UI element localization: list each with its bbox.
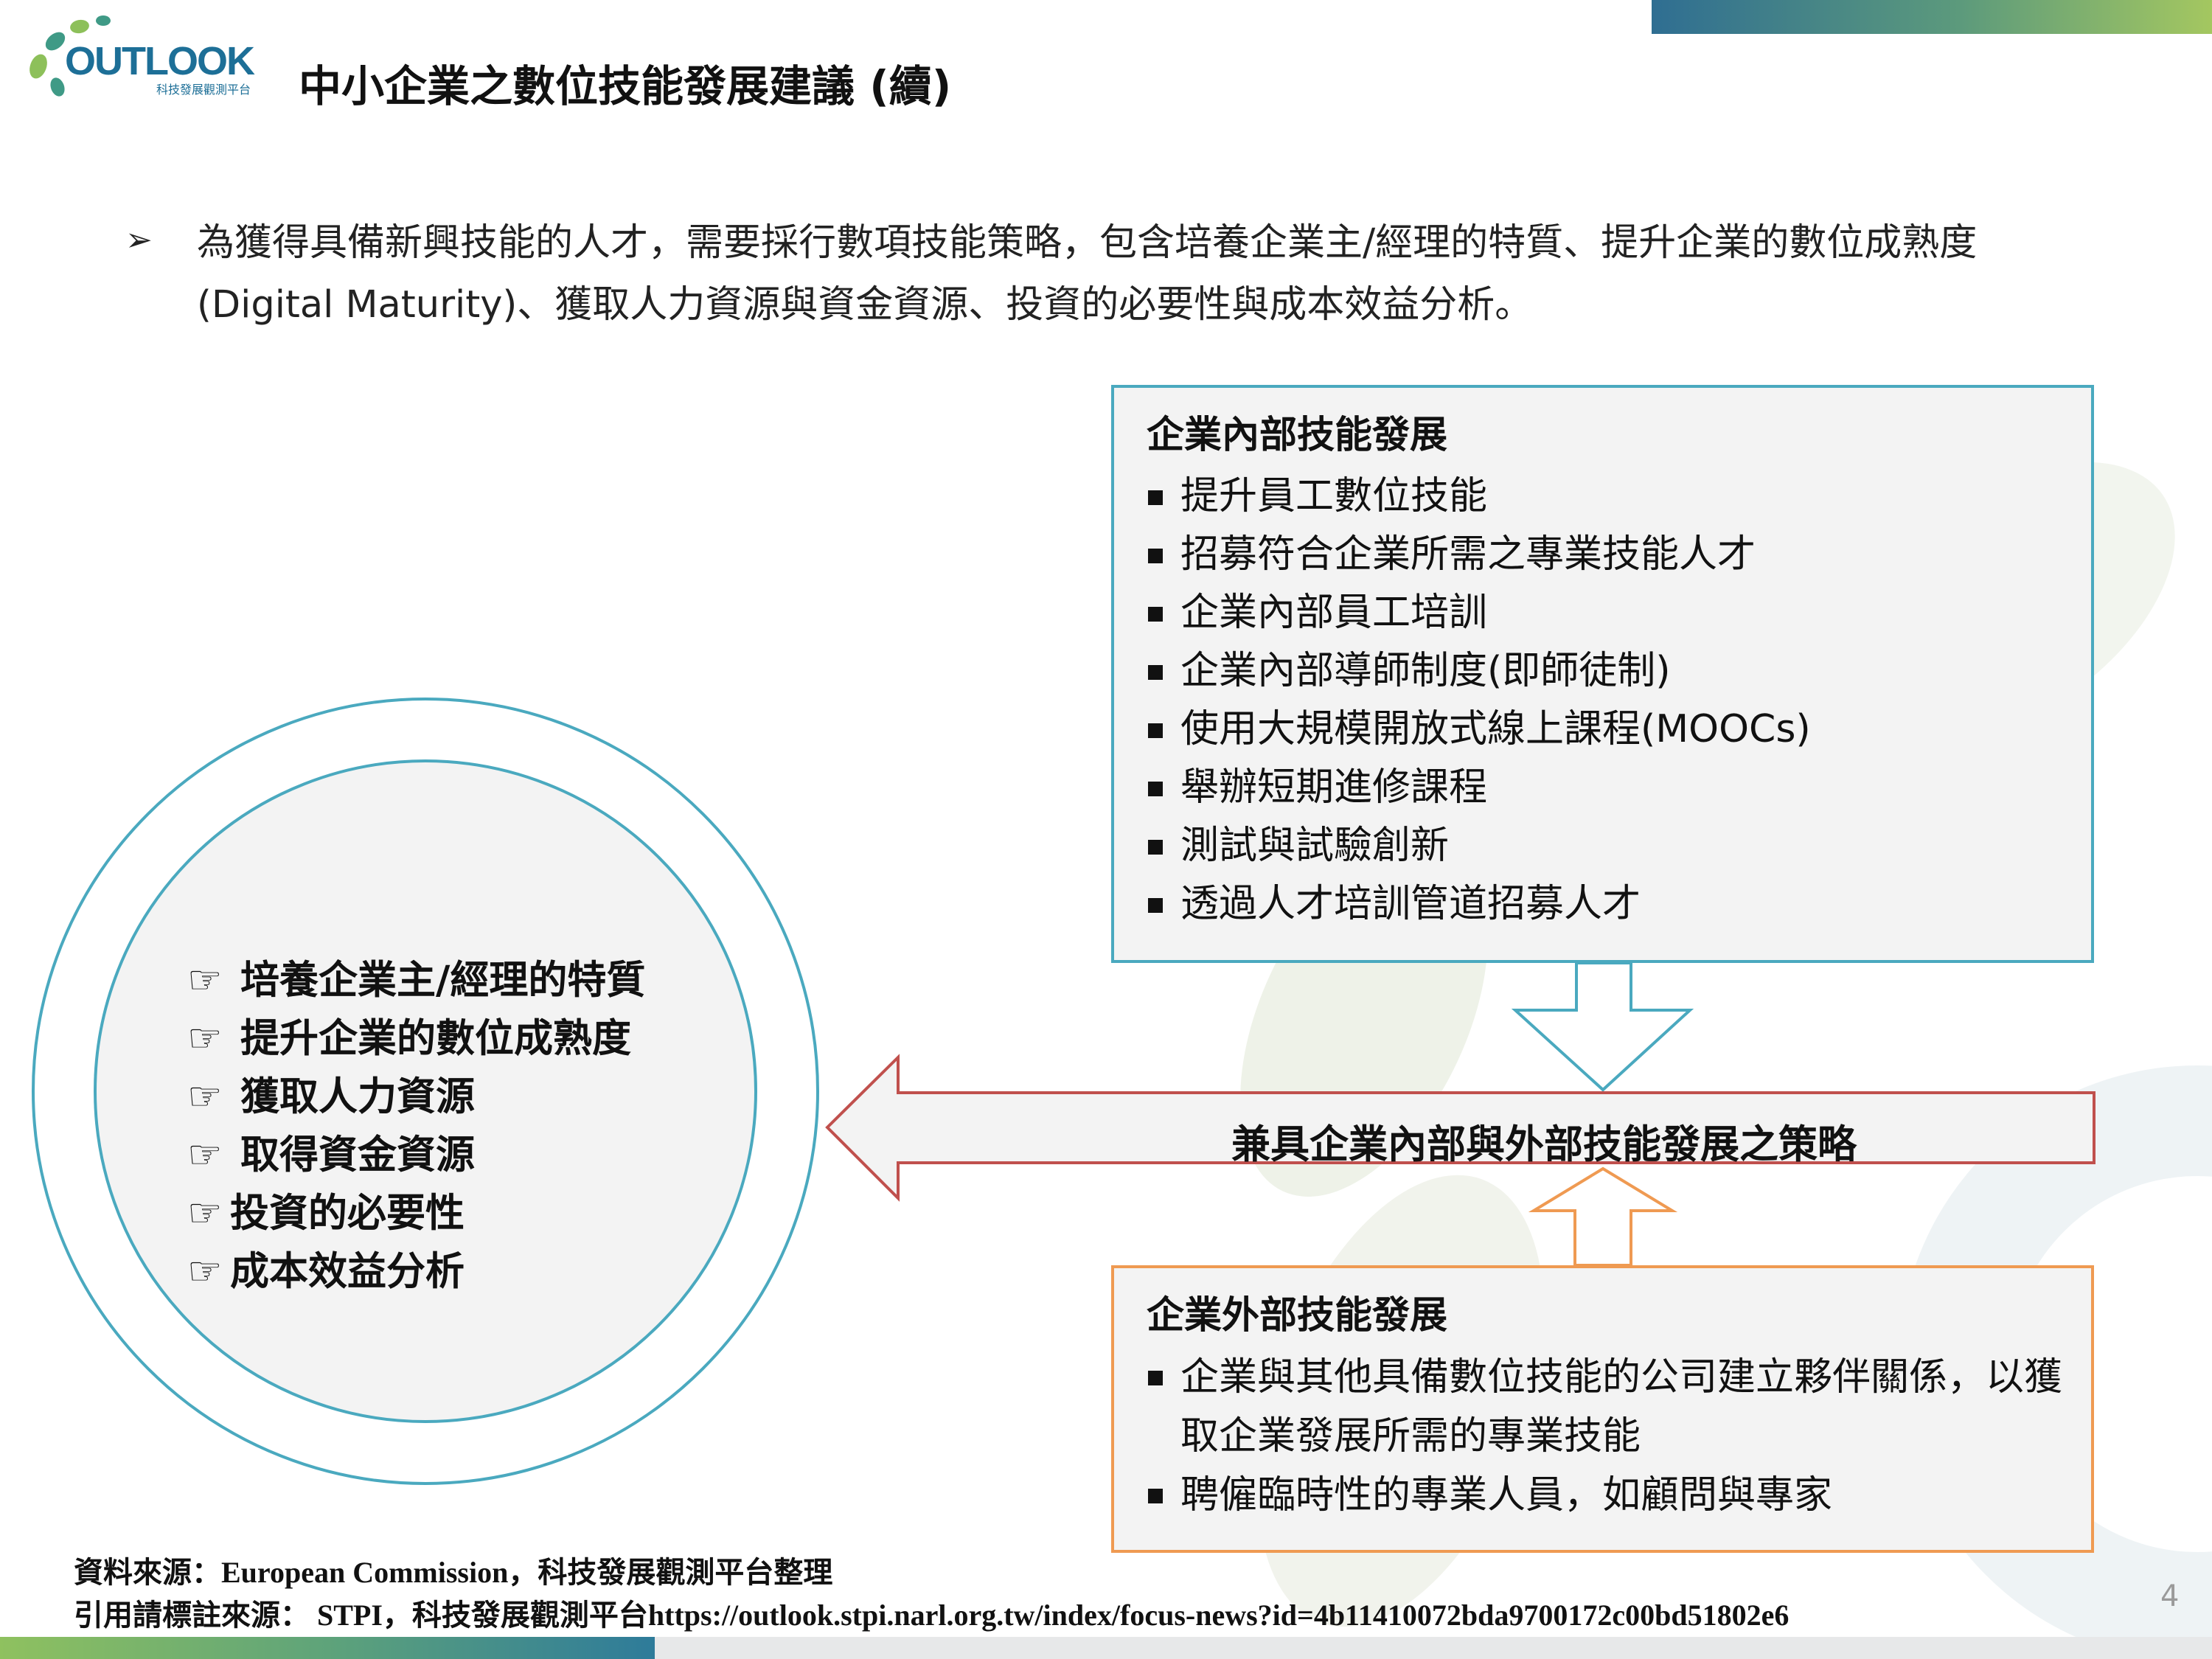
list-item: 企業內部員工培訓 xyxy=(1147,584,1811,642)
square-bullet-icon xyxy=(1148,1371,1163,1385)
list-item: ☞ 獲取人力資源 xyxy=(187,1068,645,1126)
square-bullet-icon xyxy=(1148,607,1163,622)
square-bullet-icon xyxy=(1148,1489,1163,1503)
square-bullet-icon xyxy=(1148,490,1163,505)
list-item: 招募符合企業所需之專業技能人才 xyxy=(1147,526,1811,584)
list-item: ☞ 培養企業主/經理的特質 xyxy=(187,951,645,1009)
list-item: ☞ 成本效益分析 xyxy=(187,1242,645,1301)
pointing-hand-icon: ☞ xyxy=(187,1191,223,1236)
list-item: 企業內部導師制度(即師徒制) xyxy=(1147,642,1811,700)
square-bullet-icon xyxy=(1148,665,1163,680)
list-item: 提升員工數位技能 xyxy=(1147,467,1811,526)
list-item: ☞ 取得資金資源 xyxy=(187,1126,645,1184)
strategy-label: 兼具企業內部與外部技能發展之策略 xyxy=(1231,1122,1857,1167)
internal-skills-box: 企業內部技能發展 提升員工數位技能 招募符合企業所需之專業技能人才 企業內部員工… xyxy=(1111,385,2094,963)
list-item: 舉辦短期進修課程 xyxy=(1147,759,1811,817)
pointing-hand-icon: ☞ xyxy=(187,958,223,1003)
internal-skills-list: 提升員工數位技能 招募符合企業所需之專業技能人才 企業內部員工培訓 企業內部導師… xyxy=(1147,467,1811,933)
external-skills-box: 企業外部技能發展 企業與其他具備數位技能的公司建立夥伴關係，以獲取企業發展所需的… xyxy=(1111,1265,2094,1553)
pointing-hand-icon: ☞ xyxy=(187,1016,223,1061)
strategy-factors-list: ☞ 培養企業主/經理的特質 ☞ 提升企業的數位成熟度 ☞ 獲取人力資源 ☞ 取得資金資源… xyxy=(187,951,645,1301)
pointing-hand-icon: ☞ xyxy=(187,1133,223,1178)
list-item: 企業與其他具備數位技能的公司建立夥伴關係，以獲取企業發展所需的專業技能 xyxy=(1147,1348,2087,1466)
square-bullet-icon xyxy=(1148,840,1163,855)
pointing-hand-icon: ☞ xyxy=(187,1074,223,1119)
external-skills-heading: 企業外部技能發展 xyxy=(1147,1294,1448,1338)
pointing-hand-icon: ☞ xyxy=(187,1249,223,1294)
bottom-gray-bar xyxy=(655,1637,2212,1659)
square-bullet-icon xyxy=(1148,723,1163,738)
square-bullet-icon xyxy=(1148,549,1163,563)
external-skills-list: 企業與其他具備數位技能的公司建立夥伴關係，以獲取企業發展所需的專業技能 聘僱臨時… xyxy=(1147,1348,2087,1525)
up-arrow xyxy=(1528,1166,1678,1267)
list-item: 聘僱臨時性的專業人員，如顧問與專家 xyxy=(1147,1466,2087,1525)
internal-skills-heading: 企業內部技能發展 xyxy=(1147,414,1448,457)
square-bullet-icon xyxy=(1148,898,1163,913)
square-bullet-icon xyxy=(1148,782,1163,796)
list-item: 測試與試驗創新 xyxy=(1147,817,1811,875)
citation-note: 引用請標註來源： STPI，科技發展觀測平台https://outlook.st… xyxy=(74,1599,1790,1632)
page-number: 4 xyxy=(2160,1579,2180,1613)
list-item: 透過人才培訓管道招募人才 xyxy=(1147,875,1811,933)
list-item: 使用大規模開放式線上課程(MOOCs) xyxy=(1147,700,1811,759)
list-item: ☞ 投資的必要性 xyxy=(187,1184,645,1242)
list-item: ☞ 提升企業的數位成熟度 xyxy=(187,1009,645,1068)
bottom-accent-bar xyxy=(0,1637,655,1659)
source-note: 資料來源：European Commission，科技發展觀測平台整理 xyxy=(74,1556,833,1589)
down-arrow xyxy=(1511,961,1694,1092)
